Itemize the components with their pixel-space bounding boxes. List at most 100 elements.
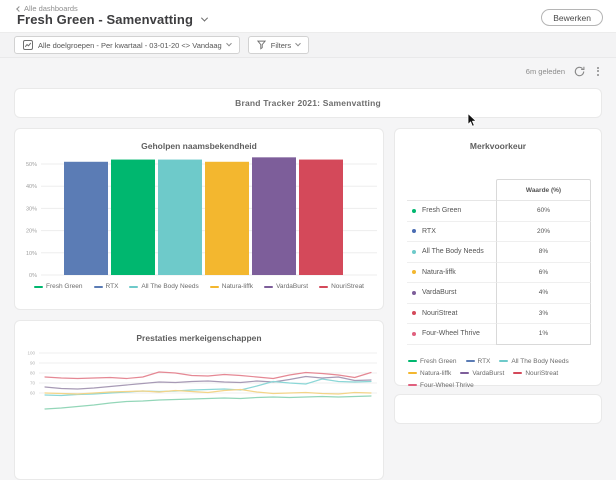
legend-item[interactable]: NouriStreat: [319, 283, 364, 290]
attributes-line-chart: 100 90 80 70 60: [27, 351, 377, 410]
chevron-down-icon: [295, 40, 301, 47]
y-axis-tick: 70: [30, 381, 36, 386]
filter-bar: Alle doelgroepen - Per kwartaal - 03-01-…: [0, 33, 616, 58]
preference-table-card: Merkvoorkeur Waarde (%) Fresh Green 60% RTX…: [394, 128, 602, 389]
legend-label: NouriStreat: [525, 369, 559, 377]
attributes-chart-title: Prestaties merkeigenschappen: [136, 333, 262, 343]
bar-fresh-green[interactable]: [111, 159, 155, 275]
brand-value: 3%: [496, 303, 591, 324]
preference-table: Waarde (%) Fresh Green 60% RTX 20% All The Bo…: [407, 179, 591, 345]
brand-dot-icon: [412, 270, 416, 275]
brand-name: All The Body Needs: [422, 248, 484, 256]
legend-swatch-icon: [93, 285, 103, 288]
chart-icon: [23, 40, 33, 50]
legend-item[interactable]: NouriStreat: [513, 370, 558, 377]
y-axis-tick: 80: [30, 371, 36, 376]
legend-item[interactable]: Four-Wheel Thrive: [408, 382, 474, 389]
preference-legend: Fresh Green RTX All The Body Needs Natura-l…: [395, 358, 601, 389]
legend-swatch-icon: [319, 285, 329, 288]
brand-value: 8%: [496, 242, 591, 263]
legend-item[interactable]: All The Body Needs: [129, 283, 199, 290]
legend-swatch-icon: [465, 360, 475, 362]
brand-dot-icon: [412, 229, 416, 234]
y-axis-tick: 50%: [26, 162, 37, 168]
y-axis-tick: 100: [27, 351, 35, 356]
next-card-partial: [394, 394, 602, 424]
legend-item[interactable]: VardaBurst: [460, 370, 504, 377]
brand-value: 4%: [496, 283, 591, 304]
kebab-menu-icon[interactable]: [594, 66, 602, 77]
legend-swatch-icon: [499, 360, 509, 362]
bar-nouristreat[interactable]: [299, 159, 343, 275]
legend-label: RTX: [477, 357, 491, 365]
y-axis-tick: 90: [30, 361, 36, 366]
page-title: Fresh Green - Samenvatting: [17, 12, 193, 27]
awareness-chart-card: Geholpen naamsbekendheid 0% 10% 20% 30% 40% 5…: [14, 128, 384, 310]
brand-name: Natura-liffk: [422, 268, 456, 276]
y-axis-tick: 60: [30, 391, 36, 396]
y-axis-tick: 20%: [26, 229, 37, 235]
awareness-legend: Fresh Green RTX All The Body Needs Natura-l…: [15, 283, 383, 290]
back-chevron-icon: [16, 6, 22, 12]
brand-name: Four-Wheel Thrive: [422, 330, 480, 338]
legend-swatch-icon: [460, 372, 470, 374]
legend-label: VardaBurst: [276, 283, 309, 290]
legend-label: Fresh Green: [420, 357, 457, 365]
awareness-bar-chart: 0% 10% 20% 30% 40% 50%: [26, 157, 377, 279]
y-axis-tick: 0%: [29, 273, 37, 279]
scope-filter-button[interactable]: Alle doelgroepen - Per kwartaal - 03-01-…: [14, 36, 240, 54]
legend-item[interactable]: VardaBurst: [264, 283, 308, 290]
legend-item[interactable]: RTX: [465, 357, 491, 365]
legend-label: All The Body Needs: [141, 283, 199, 290]
table-row-label: Natura-liffk: [407, 263, 496, 283]
table-row-label: RTX: [407, 222, 496, 242]
brand-value: 60%: [496, 201, 591, 222]
legend-item[interactable]: Natura-liffk: [209, 283, 254, 290]
legend-item[interactable]: All The Body Needs: [499, 357, 569, 365]
bar-natura-liffk[interactable]: [205, 161, 249, 275]
legend-label: Fresh Green: [46, 283, 83, 290]
banner-card: Brand Tracker 2021: Samenvatting: [14, 88, 602, 118]
legend-label: All The Body Needs: [511, 357, 569, 365]
legend-item[interactable]: Natura-liffk: [408, 370, 451, 377]
legend-swatch-icon: [408, 360, 417, 362]
legend-swatch-icon: [513, 372, 523, 374]
brand-name: VardaBurst: [422, 289, 457, 297]
banner-title: Brand Tracker 2021: Samenvatting: [235, 98, 381, 108]
table-corner-cell: [407, 179, 496, 201]
refresh-icon[interactable]: [574, 66, 585, 77]
bar-all-the-body-needs[interactable]: [158, 159, 202, 275]
legend-swatch-icon: [129, 285, 139, 288]
top-bar: Alle dashboards Fresh Green - Samenvatti…: [0, 0, 616, 33]
legend-item[interactable]: RTX: [93, 283, 118, 290]
brand-value: 6%: [496, 262, 591, 283]
brand-name: NouriStreat: [422, 309, 458, 317]
table-row-label: All The Body Needs: [407, 242, 496, 263]
preference-table-title: Merkvoorkeur: [469, 141, 527, 151]
bar-vardaburst[interactable]: [252, 157, 296, 275]
legend-item[interactable]: Fresh Green: [34, 283, 83, 290]
filter-funnel-icon: [256, 40, 266, 50]
brand-dot-icon: [412, 311, 416, 316]
table-row-label: NouriStreat: [407, 304, 496, 324]
legend-swatch-icon: [34, 285, 44, 288]
brand-dot-icon: [412, 208, 416, 213]
last-refreshed-label: 6m geleden: [525, 66, 565, 76]
legend-item[interactable]: Fresh Green: [408, 358, 457, 365]
legend-label: Natura-liffk: [221, 283, 254, 290]
filters-button[interactable]: Filters: [247, 36, 310, 54]
legend-swatch-icon: [264, 285, 274, 288]
legend-label: Natura-liffk: [420, 369, 452, 377]
legend-swatch-icon: [408, 372, 417, 374]
brand-dot-icon: [412, 331, 416, 336]
y-axis-tick: 30%: [26, 206, 37, 212]
edit-button[interactable]: Bewerken: [541, 9, 603, 26]
brand-name: RTX: [422, 227, 436, 235]
brand-name: Fresh Green: [422, 207, 462, 215]
series-green: [44, 395, 372, 410]
chevron-down-icon[interactable]: [200, 14, 209, 22]
bar-rtx[interactable]: [64, 161, 108, 275]
awareness-chart-title: Geholpen naamsbekendheid: [141, 141, 257, 151]
table-row-label: Four-Wheel Thrive: [407, 324, 496, 345]
legend-label: NouriStreat: [331, 283, 364, 290]
